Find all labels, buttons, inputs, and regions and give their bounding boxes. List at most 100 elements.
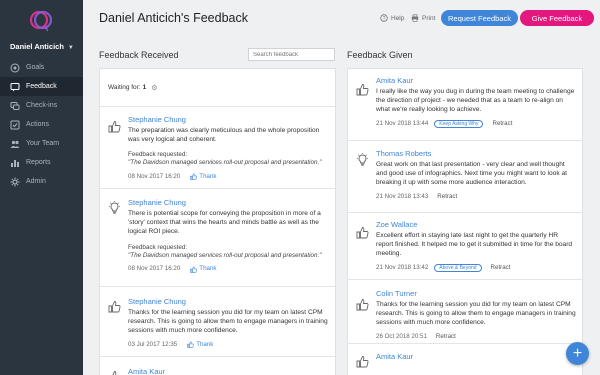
- lightbulb-icon: [108, 201, 121, 214]
- requested-text: "The Davidson managed services roll-out …: [128, 159, 322, 167]
- requested-text: "The Davidson managed services roll-out …: [128, 251, 322, 259]
- thumbs-up-icon: [108, 300, 121, 313]
- requested-label: Feedback requested:: [128, 151, 188, 159]
- feedback-text: There is potential scope for conveying t…: [128, 210, 321, 236]
- check-ins-icon: [10, 101, 20, 111]
- sidebar-item-feedback[interactable]: Feedback: [0, 77, 83, 96]
- page-title: Daniel Anticich's Feedback: [99, 11, 248, 25]
- card-meta: 08 Nov 2017 16:20 Thank: [128, 265, 329, 273]
- add-feedback-button[interactable]: +: [566, 342, 589, 365]
- print-icon: [411, 14, 419, 22]
- card-date: 08 Nov 2017 16:20: [128, 172, 181, 180]
- thank-button[interactable]: Thank: [190, 265, 217, 273]
- feedback-text: I really like the way you dug in during …: [376, 88, 575, 114]
- sidebar-item-label: Admin: [26, 178, 46, 185]
- feedback-text: Thanks for the learning session you did …: [376, 301, 576, 327]
- given-card: Amita Kaur I really like the way you dug…: [348, 69, 582, 141]
- feedback-text: Great work on that last presentation - v…: [376, 161, 567, 187]
- recipient-name[interactable]: Amita Kaur: [376, 352, 576, 362]
- caret-down-icon: ▼: [67, 45, 74, 51]
- given-card: Colin Turner Thanks for the learning ses…: [348, 280, 582, 344]
- give-feedback-button[interactable]: Give Feedback: [520, 10, 594, 26]
- sidebar-item-label: Goals: [26, 64, 45, 71]
- thumbs-up-icon: [190, 266, 198, 273]
- sidebar-item-actions[interactable]: Actions: [0, 115, 83, 134]
- waiting-label: Waiting for:: [108, 84, 141, 91]
- received-card: Stephanie Chung The preparation was clea…: [100, 107, 335, 189]
- card-meta: 03 Jul 2017 12:35 Thank: [128, 341, 329, 349]
- sidebar-item-reports[interactable]: Reports: [0, 153, 83, 172]
- given-title: Feedback Given: [347, 50, 413, 60]
- card-meta: 21 Nov 2018 13:43 Retract: [376, 193, 576, 201]
- retract-button[interactable]: Retract: [436, 333, 456, 341]
- retract-button[interactable]: Retract: [492, 120, 512, 128]
- sidebar-item-label: Check-ins: [26, 102, 58, 109]
- gear-icon[interactable]: ⚙: [151, 84, 157, 92]
- thank-label: Thank: [199, 265, 217, 273]
- sidebar-item-label: Actions: [26, 121, 49, 128]
- thumbs-up-icon: [108, 120, 121, 133]
- feedback-text: Excellent effort in staying late last ni…: [376, 232, 573, 258]
- recipient-name[interactable]: Colin Turner: [376, 289, 576, 299]
- thumbs-up-icon: [190, 173, 198, 181]
- help-icon: ?: [380, 14, 388, 22]
- sidebar-nav: Goals Feedback Check-ins Actions Your Te…: [0, 58, 83, 191]
- app-logo-icon[interactable]: [28, 8, 54, 34]
- thumbs-up-icon: [356, 226, 369, 239]
- thumbs-up-icon: [108, 370, 121, 375]
- thumbs-up-icon: [356, 355, 369, 368]
- search-input[interactable]: [248, 48, 335, 61]
- card-date: 08 Nov 2017 16:20: [128, 265, 181, 273]
- thumbs-up-icon: [187, 341, 194, 348]
- actions-icon: [10, 120, 20, 130]
- recipient-name[interactable]: Zoe Wallace: [376, 220, 576, 230]
- thumbs-up-icon: [356, 298, 369, 311]
- received-card: Stephanie Chung Thanks for the learning …: [100, 287, 335, 357]
- card-date: 26 Oct 2018 20:51: [376, 332, 427, 340]
- request-feedback-button[interactable]: Request Feedback: [441, 10, 518, 26]
- given-card: Amita Kaur: [348, 344, 582, 374]
- sidebar-item-check-ins[interactable]: Check-ins: [0, 96, 83, 115]
- giver-name[interactable]: Stephanie Chung: [128, 115, 329, 125]
- team-icon: [10, 139, 20, 149]
- card-meta: 21 Nov 2018 13:44 Keep Asking Why Retrac…: [376, 119, 576, 128]
- sidebar-item-label: Feedback: [26, 83, 57, 90]
- reports-icon: [10, 158, 20, 168]
- help-link[interactable]: ? Help: [380, 14, 404, 22]
- card-meta: 08 Nov 2017 16:20 Thank: [128, 173, 329, 181]
- giver-name[interactable]: Stephanie Chung: [128, 198, 329, 208]
- card-meta: 21 Nov 2018 13:42 Above & Beyond Retract: [376, 263, 576, 272]
- waiting-for-row[interactable]: Waiting for: 1 ⚙: [100, 69, 335, 107]
- sidebar: Daniel Anticich ▼ Goals Feedback Check-in…: [0, 0, 83, 375]
- value-tag: Keep Asking Why: [434, 119, 484, 128]
- admin-icon: [10, 177, 20, 187]
- thank-label: Thank: [199, 172, 217, 180]
- user-name: Daniel Anticich: [10, 42, 64, 51]
- help-label: Help: [391, 14, 405, 22]
- received-card: Amita Kaur: [100, 357, 335, 375]
- card-date: 21 Nov 2018 13:44: [376, 119, 429, 127]
- value-tag: Above & Beyond: [434, 263, 482, 272]
- received-list: Stephanie Chung The preparation was clea…: [100, 107, 335, 375]
- sidebar-item-your-team[interactable]: Your Team: [0, 134, 83, 153]
- received-title: Feedback Received: [99, 50, 179, 60]
- retract-button[interactable]: Retract: [437, 193, 457, 201]
- retract-button[interactable]: Retract: [491, 264, 511, 272]
- user-menu[interactable]: Daniel Anticich ▼: [10, 42, 74, 51]
- received-card: Stephanie Chung There is potential scope…: [100, 189, 335, 287]
- page-header: Daniel Anticich's Feedback ? Help Print …: [83, 0, 600, 40]
- requested-label: Feedback requested:: [128, 243, 188, 251]
- recipient-name[interactable]: Amita Kaur: [376, 76, 576, 86]
- sidebar-item-goals[interactable]: Goals: [0, 58, 83, 77]
- giver-name[interactable]: Stephanie Chung: [128, 297, 329, 307]
- thank-button[interactable]: Thank: [190, 172, 217, 181]
- print-link[interactable]: Print: [411, 14, 435, 22]
- recipient-name[interactable]: Thomas Roberts: [376, 149, 576, 159]
- thank-button[interactable]: Thank: [187, 341, 213, 349]
- giver-name[interactable]: Amita Kaur: [128, 367, 329, 375]
- card-date: 21 Nov 2018 13:42: [376, 263, 429, 271]
- thumbs-up-icon: [356, 83, 369, 96]
- sidebar-item-label: Reports: [26, 159, 51, 166]
- given-card: Zoe Wallace Excellent effort in staying …: [348, 213, 582, 280]
- sidebar-item-admin[interactable]: Admin: [0, 172, 83, 191]
